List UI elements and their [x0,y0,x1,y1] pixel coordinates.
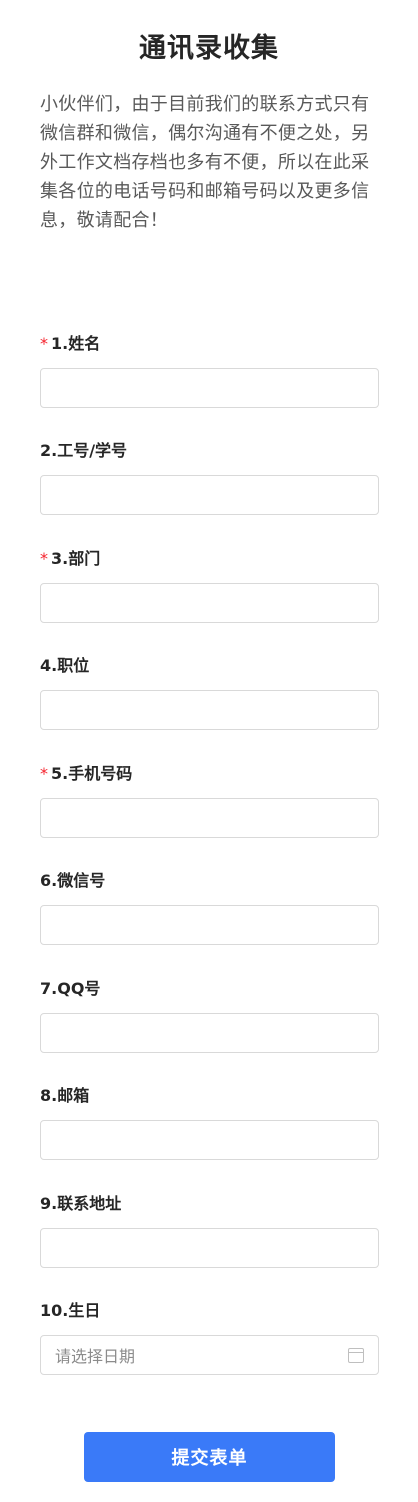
field-qq: 7.QQ号 [40,979,379,1053]
form-page: 通讯录收集 小伙伴们，由于目前我们的联系方式只有微信群和微信，偶尔沟通有不便之处… [0,0,418,1502]
date-placeholder: 请选择日期 [55,1347,136,1366]
field-wechat: 6.微信号 [40,871,379,945]
address-input[interactable] [40,1228,379,1268]
field-position: 4.职位 [40,656,379,730]
field-label: * 1.姓名 [40,334,101,353]
submit-button[interactable]: 提交表单 [84,1432,335,1482]
field-label: 2.工号/学号 [40,441,128,460]
field-label: 9.联系地址 [40,1194,122,1213]
department-input[interactable] [40,583,379,623]
calendar-icon [348,1347,364,1363]
field-department: * 3.部门 [40,549,379,623]
employee-id-input[interactable] [40,475,379,515]
required-mark: * [40,334,48,353]
position-input[interactable] [40,690,379,730]
field-birthday: 10.生日 请选择日期 [40,1301,379,1375]
field-label: 7.QQ号 [40,979,101,998]
birthday-date-picker[interactable]: 请选择日期 [40,1335,379,1375]
field-email: 8.邮箱 [40,1086,379,1160]
form-title: 通讯录收集 [139,33,279,64]
phone-input[interactable] [40,798,379,838]
field-label: 10.生日 [40,1301,101,1320]
field-label: * 5.手机号码 [40,764,133,783]
field-label: * 3.部门 [40,549,101,568]
form-description: 小伙伴们，由于目前我们的联系方式只有微信群和微信，偶尔沟通有不便之处，另外工作文… [40,94,370,231]
field-name: * 1.姓名 [40,334,379,408]
field-address: 9.联系地址 [40,1194,379,1268]
field-phone: * 5.手机号码 [40,764,379,838]
field-label: 8.邮箱 [40,1086,90,1105]
field-label: 4.职位 [40,656,90,675]
required-mark: * [40,764,48,783]
email-input[interactable] [40,1120,379,1160]
required-mark: * [40,549,48,568]
name-input[interactable] [40,368,379,408]
field-employee-id: 2.工号/学号 [40,441,379,515]
field-label: 6.微信号 [40,871,106,890]
qq-input[interactable] [40,1013,379,1053]
wechat-input[interactable] [40,905,379,945]
